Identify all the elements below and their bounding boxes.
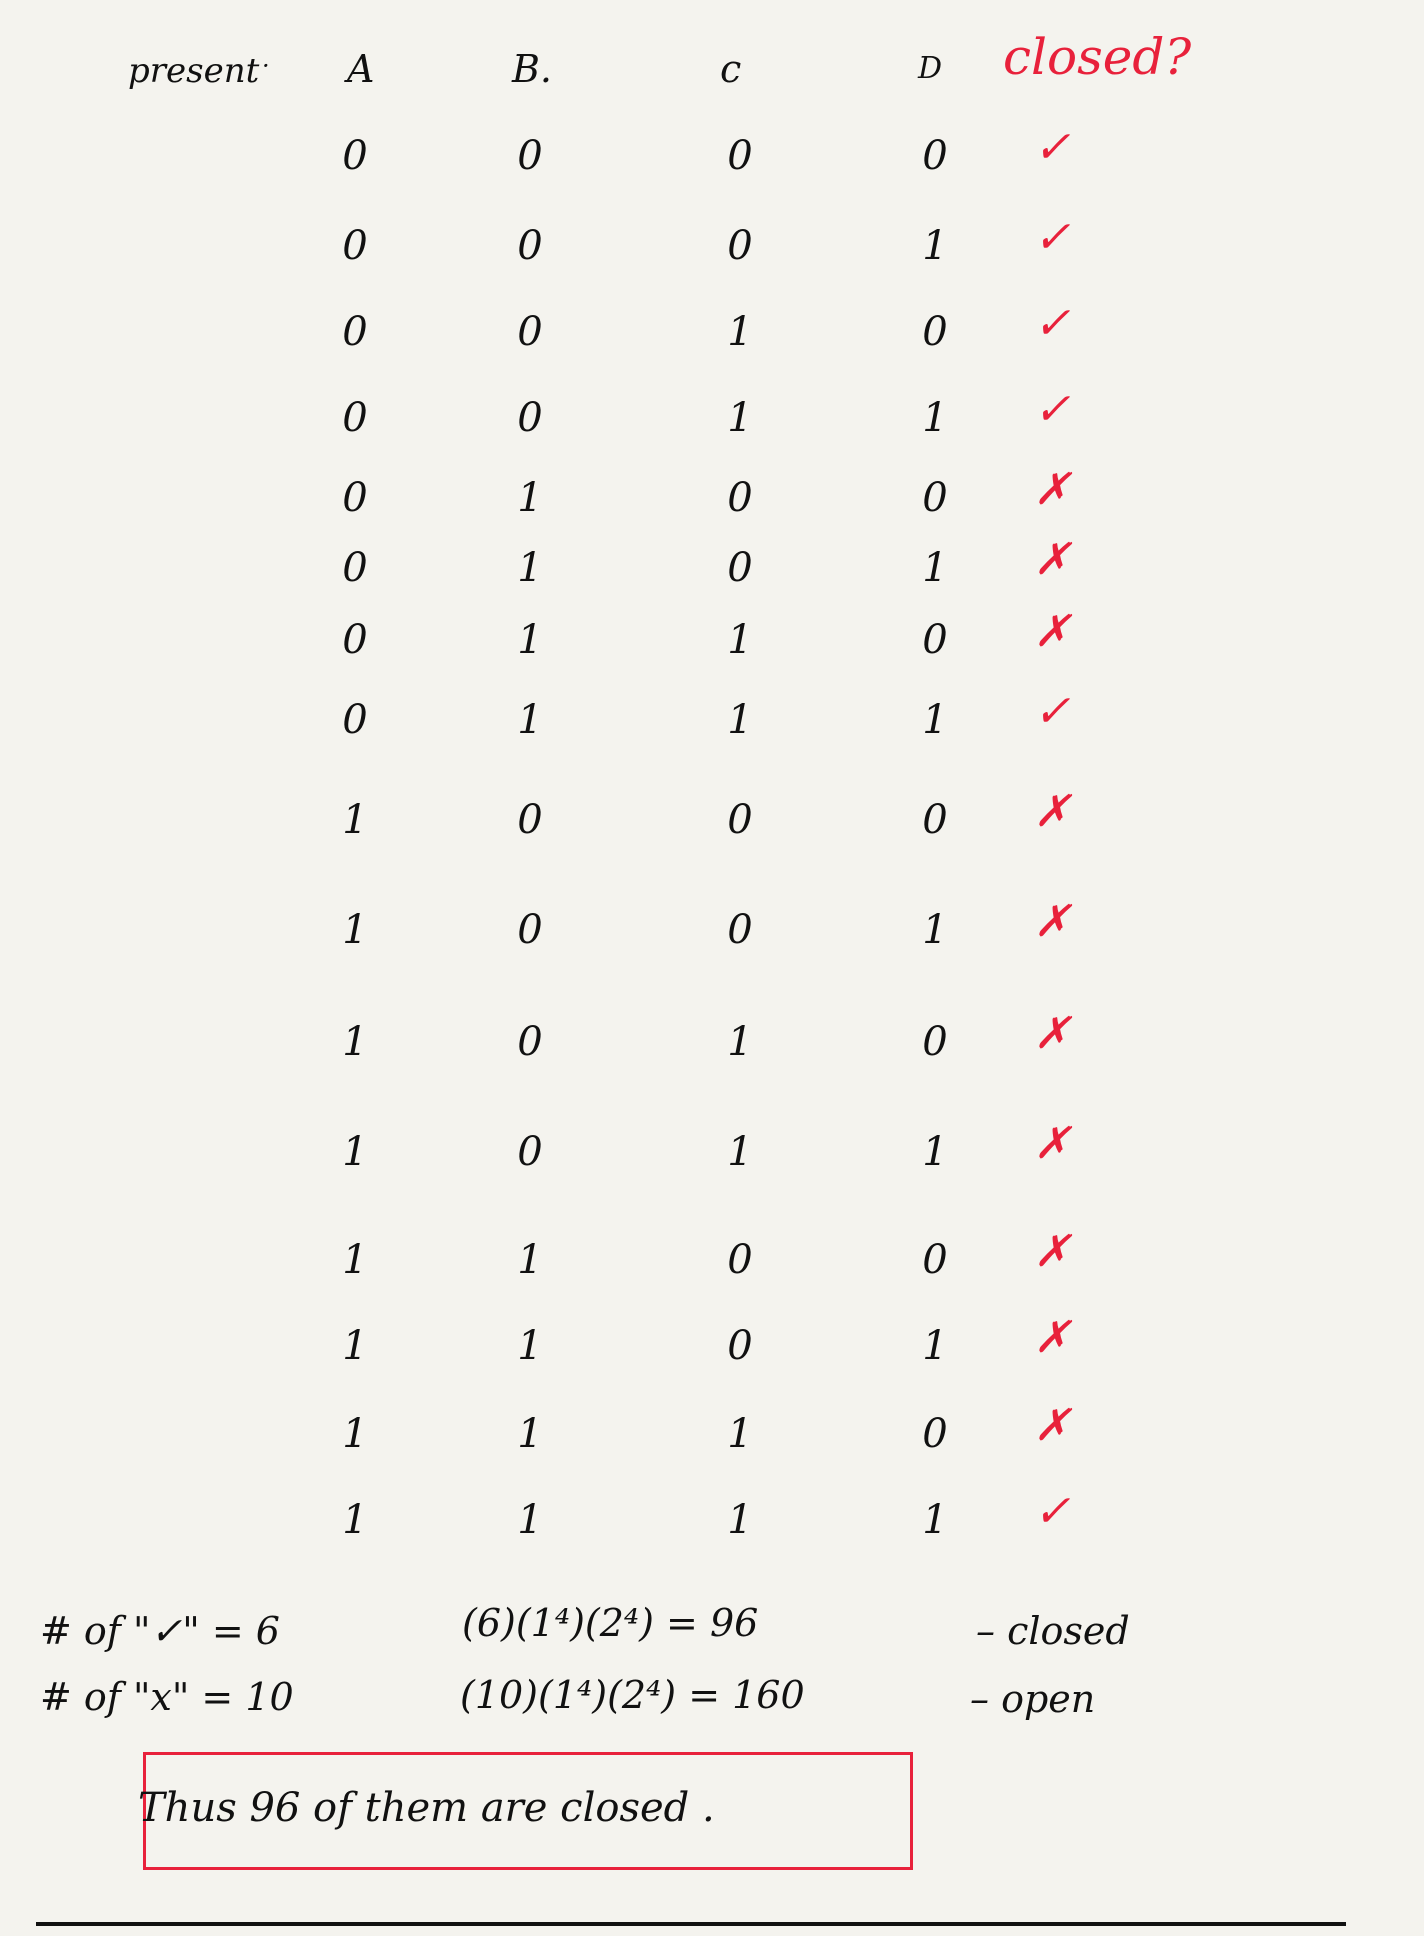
cell-d: 1 [922,907,948,953]
cell-a: 0 [342,395,368,441]
cell-c: 1 [727,617,753,663]
cell-a: 0 [342,475,368,521]
cell-d: 0 [922,309,948,355]
cross-mark-icon: ✗ [1033,1400,1071,1451]
cell-b: 1 [517,697,543,743]
cell-a: 0 [342,309,368,355]
cell-d: 1 [922,1323,948,1369]
cross-mark-icon: ✗ [1033,1312,1071,1363]
cell-b: 0 [517,797,543,843]
cell-a: 1 [342,1019,368,1065]
cell-c: 0 [727,475,753,521]
cell-b: 0 [517,309,543,355]
conclusion-text: Thus 96 of them are closed . [138,1785,715,1831]
cell-d: 1 [922,395,948,441]
cell-a: 0 [342,133,368,179]
cross-mark-icon: ✗ [1033,896,1071,947]
check-mark-icon: ✓ [1033,122,1071,173]
cross-mark-icon: ✗ [1033,1226,1071,1277]
cell-d: 1 [922,697,948,743]
cell-c: 0 [727,797,753,843]
cell-d: 1 [922,223,948,269]
cell-c: 1 [727,1411,753,1457]
open-label: – open [970,1677,1096,1721]
cell-c: 1 [727,1497,753,1543]
handwritten-note-page: present · A B. c D closed? 0 0 0 0 ✓ 0 0 0 1 ✓ 0 0 1… [0,0,1424,1936]
cell-a: 0 [342,545,368,591]
header-c: c [720,47,742,91]
cell-b: 0 [517,395,543,441]
closed-label: – closed [976,1609,1130,1653]
x-calculation: (10)(1⁴)(2⁴) = 160 [460,1673,805,1717]
cell-b: 1 [517,475,543,521]
cell-c: 0 [727,907,753,953]
cell-b: 0 [517,1019,543,1065]
cell-a: 0 [342,617,368,663]
cell-d: 0 [922,1411,948,1457]
header-present: present [128,51,260,91]
check-mark-icon: ✓ [1033,298,1071,349]
cell-b: 0 [517,133,543,179]
check-mark-icon: ✓ [1033,1486,1071,1537]
cross-mark-icon: ✗ [1033,534,1071,585]
cross-mark-icon: ✗ [1033,1008,1071,1059]
cell-c: 0 [727,545,753,591]
cross-mark-icon: ✗ [1033,464,1071,515]
cell-d: 0 [922,617,948,663]
conclusion-box: Thus 96 of them are closed . [138,1752,913,1870]
bottom-rule [36,1922,1346,1926]
cell-c: 0 [727,1237,753,1283]
cross-mark-icon: ✗ [1033,786,1071,837]
header-a: A [347,47,375,91]
cell-d: 0 [922,1237,948,1283]
cell-c: 1 [727,1019,753,1065]
cell-b: 0 [517,1129,543,1175]
cell-d: 0 [922,797,948,843]
cell-a: 1 [342,1411,368,1457]
x-count: # of "x" = 10 [40,1675,294,1719]
cell-b: 0 [517,223,543,269]
cell-d: 0 [922,475,948,521]
cell-b: 1 [517,1323,543,1369]
cell-a: 1 [342,1237,368,1283]
cell-c: 1 [727,395,753,441]
cell-d: 0 [922,133,948,179]
cell-a: 1 [342,907,368,953]
cell-a: 1 [342,797,368,843]
cross-mark-icon: ✗ [1033,1118,1071,1169]
cell-c: 0 [727,1323,753,1369]
cell-d: 0 [922,1019,948,1065]
check-calculation: (6)(1⁴)(2⁴) = 96 [462,1601,759,1645]
cell-a: 0 [342,223,368,269]
cell-a: 0 [342,697,368,743]
cell-a: 1 [342,1129,368,1175]
cell-c: 0 [727,133,753,179]
check-mark-icon: ✓ [1033,686,1071,737]
check-mark-icon: ✓ [1033,212,1071,263]
check-count: # of "✓" = 6 [40,1609,280,1653]
cell-c: 1 [727,1129,753,1175]
header-dot: · [262,52,270,80]
cell-d: 1 [922,1497,948,1543]
cell-c: 1 [727,309,753,355]
header-d: D [918,51,943,86]
cell-b: 1 [517,1237,543,1283]
cell-b: 0 [517,907,543,953]
cell-c: 0 [727,223,753,269]
cell-a: 1 [342,1323,368,1369]
cell-d: 1 [922,1129,948,1175]
cell-a: 1 [342,1497,368,1543]
cell-b: 1 [517,1411,543,1457]
header-closed: closed? [1003,28,1192,86]
cell-b: 1 [517,545,543,591]
cell-b: 1 [517,617,543,663]
header-b: B. [512,47,553,91]
check-mark-icon: ✓ [1033,384,1071,435]
cross-mark-icon: ✗ [1033,606,1071,657]
cell-d: 1 [922,545,948,591]
cell-c: 1 [727,697,753,743]
cell-b: 1 [517,1497,543,1543]
